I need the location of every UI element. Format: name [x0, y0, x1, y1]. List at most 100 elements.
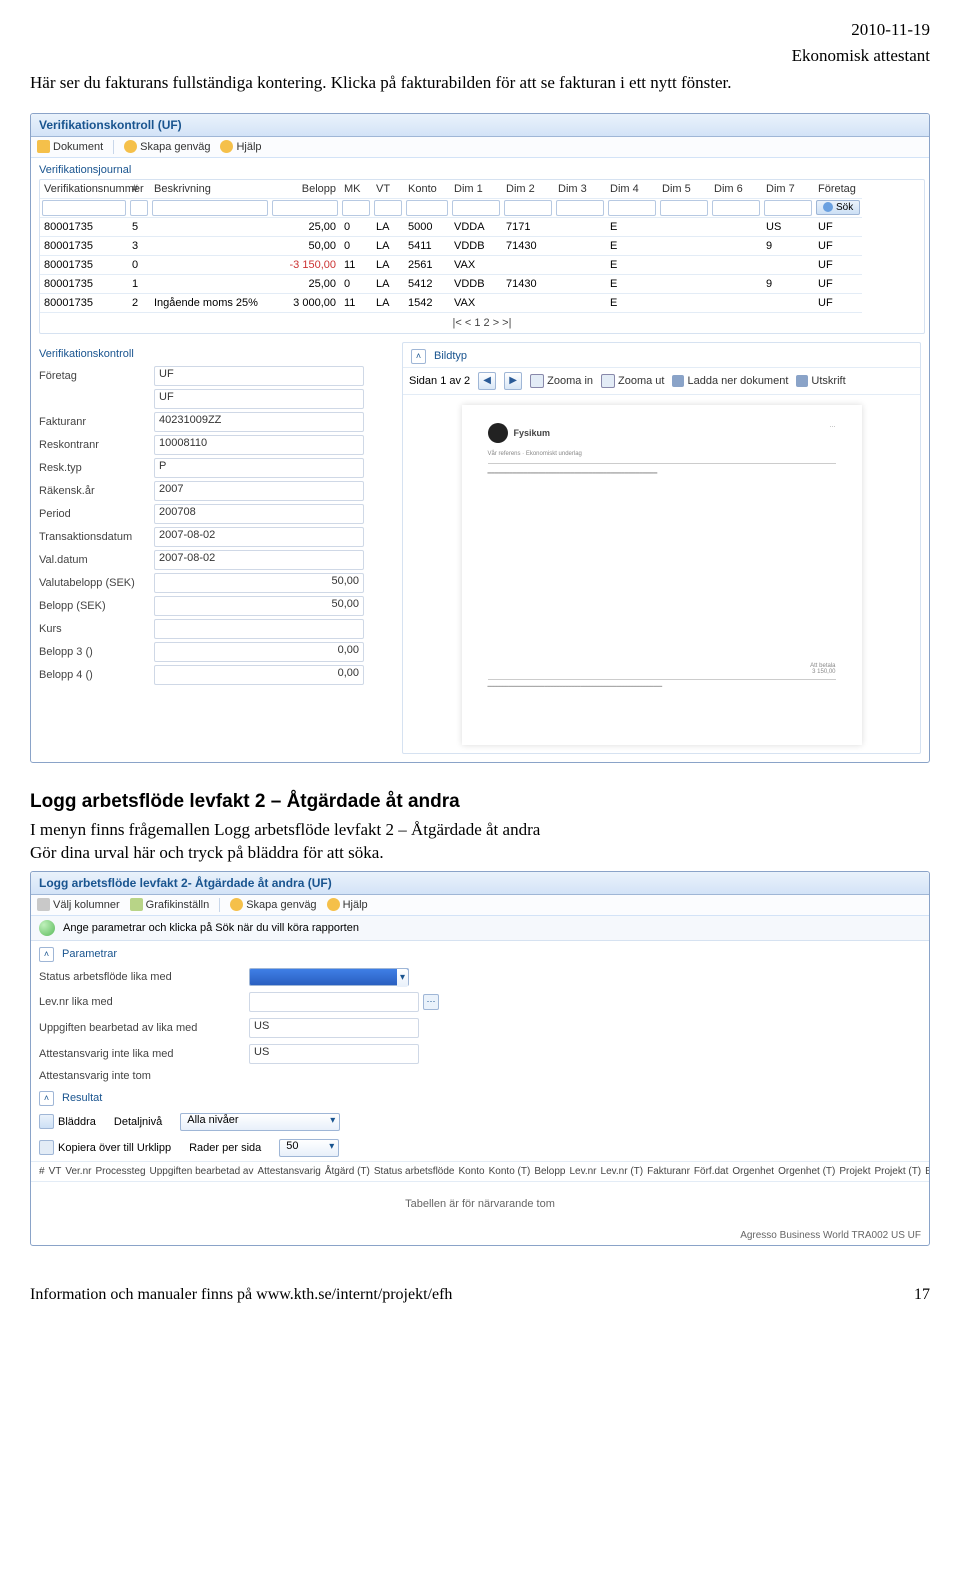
journal-title: Verifikationsjournal — [31, 158, 929, 179]
reskontranr-field[interactable]: 10008110 — [154, 435, 364, 455]
pager[interactable]: |< < 1 2 > >| — [40, 313, 924, 333]
valdatum-field[interactable]: 2007-08-02 — [154, 550, 364, 570]
rakenskar-field[interactable]: 2007 — [154, 481, 364, 501]
info-bar: Ange parametrar och klicka på Sök när du… — [31, 916, 929, 941]
next-page-button[interactable]: ▶ — [504, 372, 522, 390]
clipboard-icon — [39, 1140, 54, 1155]
footer-text: Information och manualer finns på www.kt… — [30, 1286, 452, 1304]
filter-d6[interactable] — [712, 200, 760, 216]
table-row[interactable]: 800017350-3 150,0011LA2561VAXEUF — [40, 256, 924, 275]
table-row[interactable]: 80001735350,000LA5411VDDB71430E9UF — [40, 237, 924, 256]
help-icon — [327, 898, 340, 911]
filter-d7[interactable] — [764, 200, 812, 216]
rader-per-sida-select[interactable]: 50 — [279, 1139, 339, 1157]
header-role: Ekonomisk attestant — [30, 46, 930, 66]
status-arbetsflode-select[interactable] — [249, 968, 409, 986]
help-icon — [220, 140, 233, 153]
zoom-in-icon — [530, 374, 544, 388]
zoom-out-button[interactable]: Zooma ut — [601, 374, 664, 388]
header-date: 2010-11-19 — [30, 20, 930, 40]
zoom-in-button[interactable]: Zooma in — [530, 374, 593, 388]
section-text: I menyn finns frågemallen Logg arbetsflö… — [30, 819, 930, 865]
filter-mk[interactable] — [342, 200, 370, 216]
filter-d3[interactable] — [556, 200, 604, 216]
window-title-2: Logg arbetsflöde levfakt 2- Åtgärdade åt… — [31, 872, 929, 895]
toolbar-2: Välj kolumner Grafikinställn Skapa genvä… — [31, 895, 929, 916]
levnr-input[interactable] — [249, 992, 419, 1012]
intro-text: Här ser du fakturans fullständiga konter… — [30, 72, 930, 95]
invoice-logo-icon — [488, 423, 508, 443]
filter-num[interactable] — [42, 200, 126, 216]
toolbar: Dokument Skapa genväg Hjälp — [31, 137, 929, 158]
screenshot-logg-arbetsflode: Logg arbetsflöde levfakt 2- Åtgärdade åt… — [30, 871, 930, 1246]
star-icon — [230, 898, 243, 911]
invoice-preview[interactable]: Fysikum … Vår referens · Ekonomiskt unde… — [462, 405, 862, 745]
journal-filter-row: Sök — [40, 199, 924, 218]
status-bar: Agresso Business World TRA002 US UF — [31, 1226, 929, 1245]
filter-h[interactable] — [130, 200, 148, 216]
journal-table: Verifikationsnummer # Beskrivning Belopp… — [39, 179, 925, 334]
download-button[interactable]: Ladda ner dokument — [672, 375, 788, 387]
bearbetad-av-input[interactable]: US — [249, 1018, 419, 1038]
page-indicator: Sidan 1 av 2 — [409, 375, 470, 387]
preview-pane: ˄ Bildtyp Sidan 1 av 2 ◀ ▶ Zooma in Zooma… — [402, 342, 921, 754]
filter-d5[interactable] — [660, 200, 708, 216]
filter-amt[interactable] — [272, 200, 338, 216]
filter-d1[interactable] — [452, 200, 500, 216]
result-columns: #VTVer.nrProcesstegUppgiften bearbetad a… — [31, 1161, 929, 1182]
valutabelopp-field[interactable]: 50,00 — [154, 573, 364, 593]
table-row[interactable]: 800017352Ingående moms 25%3 000,0011LA15… — [40, 294, 924, 313]
download-icon — [672, 375, 684, 387]
filter-d4[interactable] — [608, 200, 656, 216]
attestansvarig-input[interactable]: US — [249, 1044, 419, 1064]
rader-per-sida-label: Rader per sida — [189, 1142, 261, 1154]
filter-desc[interactable] — [152, 200, 268, 216]
collapse-params-icon[interactable]: ˄ — [39, 947, 54, 962]
period-field[interactable]: 200708 — [154, 504, 364, 524]
toolbar-hjalp-2[interactable]: Hjälp — [327, 898, 368, 911]
toolbar-skapa-genvag-2[interactable]: Skapa genväg — [230, 898, 316, 911]
resktyp-field[interactable]: P — [154, 458, 364, 478]
foretag2-field[interactable]: UF — [154, 389, 364, 409]
columns-icon — [37, 898, 50, 911]
collapse-result-icon[interactable]: ˄ — [39, 1091, 54, 1106]
page-number: 17 — [914, 1286, 930, 1304]
transdatum-field[interactable]: 2007-08-02 — [154, 527, 364, 547]
section-heading: Logg arbetsflöde levfakt 2 – Åtgärdade å… — [30, 791, 930, 813]
fakturanr-field[interactable]: 40231009ZZ — [154, 412, 364, 432]
window-title: Verifikationskontroll (UF) — [31, 114, 929, 137]
sok-button[interactable]: Sök — [816, 200, 860, 215]
toolbar-valj-kolumner[interactable]: Välj kolumner — [37, 898, 120, 911]
table-row[interactable]: 80001735125,000LA5412VDDB71430E9UF — [40, 275, 924, 294]
toolbar-skapa-genvag[interactable]: Skapa genväg — [124, 140, 210, 153]
screenshot-verifikationskontroll: Verifikationskontroll (UF) Dokument Skap… — [30, 113, 930, 763]
filter-konto[interactable] — [406, 200, 448, 216]
collapse-icon[interactable]: ˄ — [411, 349, 426, 364]
toolbar-hjalp[interactable]: Hjälp — [220, 140, 261, 153]
refresh-icon[interactable]: ⋯ — [423, 994, 439, 1010]
print-button[interactable]: Utskrift — [796, 375, 845, 387]
belopp4-field[interactable]: 0,00 — [154, 665, 364, 685]
document-icon — [37, 140, 50, 153]
info-icon — [39, 920, 55, 936]
toolbar-dokument[interactable]: Dokument — [37, 140, 103, 153]
journal-header-row: Verifikationsnummer # Beskrivning Belopp… — [40, 180, 924, 199]
prev-page-button[interactable]: ◀ — [478, 372, 496, 390]
table-row[interactable]: 80001735525,000LA5000VDDA7171EUSUF — [40, 218, 924, 237]
toolbar-grafik[interactable]: Grafikinställn — [130, 898, 210, 911]
kurs-field[interactable] — [154, 619, 364, 639]
belopp3-field[interactable]: 0,00 — [154, 642, 364, 662]
belopp-field[interactable]: 50,00 — [154, 596, 364, 616]
bladdra-button[interactable]: Bläddra — [39, 1114, 96, 1129]
kontroll-title: Verifikationskontroll — [39, 342, 394, 363]
zoom-out-icon — [601, 374, 615, 388]
search-icon — [823, 202, 833, 212]
filter-vt[interactable] — [374, 200, 402, 216]
chart-icon — [130, 898, 143, 911]
foretag-field[interactable]: UF — [154, 366, 364, 386]
bildtyp-title: Bildtyp — [434, 350, 467, 362]
filter-d2[interactable] — [504, 200, 552, 216]
detaljniva-select[interactable]: Alla nivåer — [180, 1113, 340, 1131]
attestansvarig-inte-tom-label: Attestansvarig inte tom — [39, 1070, 249, 1082]
kopiera-urklipp-button[interactable]: Kopiera över till Urklipp — [39, 1140, 171, 1155]
